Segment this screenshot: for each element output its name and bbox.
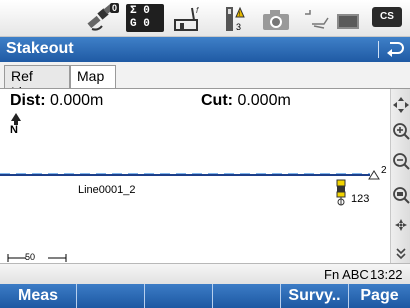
back-icon[interactable] <box>384 38 406 60</box>
clock-label: 13:22 <box>370 267 403 282</box>
satellite-count-badge: 0 <box>110 3 120 13</box>
map-view[interactable]: Dist: 0.000m Cut: 0.000m N 2 Line0001_2 … <box>0 89 390 263</box>
fn-mode-label: Fn ABC <box>324 267 369 282</box>
tab-map-label: Map <box>77 68 105 84</box>
zoom-fit-icon[interactable] <box>391 185 410 205</box>
line-end-marker-icon <box>368 170 380 180</box>
softkey-survey-label: Survy.. <box>288 287 341 304</box>
camera-icon[interactable] <box>260 4 292 34</box>
tab-bar: Ref Line Map <box>0 62 410 100</box>
rover-marker-icon <box>336 179 346 206</box>
line-end-label: 2 <box>381 165 387 176</box>
softkey-3[interactable] <box>144 284 212 308</box>
title-separator <box>378 41 379 58</box>
cut-readout: Cut: 0.000m <box>201 92 291 110</box>
softkey-survey[interactable]: Survy.. <box>280 284 348 308</box>
radio-link-icon[interactable] <box>300 4 332 34</box>
svg-text:3: 3 <box>236 22 241 32</box>
softkey-meas-label: Meas <box>17 287 59 304</box>
info-bar: Fn ABC 13:22 <box>0 263 410 284</box>
status-bar: 0 Σ 0 G 0 f ! 3 CS <box>0 0 410 37</box>
tab-map[interactable]: Map <box>70 65 116 89</box>
sat-gps-label: G 0 <box>130 18 150 30</box>
scale-bar <box>7 254 67 262</box>
more-icon[interactable] <box>391 243 410 263</box>
point-label: 123 <box>351 193 370 205</box>
receiver-battery-icon[interactable]: ! 3 <box>222 4 252 34</box>
softkey-2[interactable] <box>76 284 144 308</box>
page-title: Stakeout <box>6 40 74 57</box>
zoom-in-icon[interactable] <box>391 121 410 141</box>
center-icon[interactable] <box>391 215 410 235</box>
softkey-page-label: Page <box>360 287 399 304</box>
pan-icon[interactable] <box>391 95 410 115</box>
zoom-out-icon[interactable] <box>391 151 410 171</box>
softkey-page[interactable]: Page <box>348 284 410 308</box>
memory-card-icon[interactable] <box>334 4 364 34</box>
softkey-meas[interactable]: Meas <box>0 284 76 308</box>
sat-sum-label: Σ 0 <box>130 5 150 17</box>
title-bar: Stakeout <box>0 37 410 62</box>
dist-label: Dist: <box>10 92 46 109</box>
svg-text:f: f <box>196 6 199 15</box>
cut-value: 0.000m <box>237 92 291 109</box>
dist-value: 0.000m <box>50 92 104 109</box>
tab-ref-line[interactable]: Ref Line <box>4 65 70 100</box>
reference-line[interactable] <box>0 174 370 176</box>
controller-settings-icon[interactable]: CS <box>372 7 402 27</box>
satellite-count-icon[interactable]: Σ 0 G 0 <box>126 4 164 32</box>
cut-label: Cut: <box>201 92 233 109</box>
map-toolbar <box>390 89 410 263</box>
softkey-4[interactable] <box>212 284 280 308</box>
scale-label: 50 <box>25 252 36 262</box>
line-name-label: Line0001_2 <box>78 184 136 196</box>
softkey-bar: Meas Survy.. Page <box>0 284 410 308</box>
base-station-icon[interactable]: f <box>172 4 204 34</box>
dist-readout: Dist: 0.000m <box>10 92 103 110</box>
north-label: N <box>10 124 18 136</box>
cs-label: CS <box>380 11 394 22</box>
